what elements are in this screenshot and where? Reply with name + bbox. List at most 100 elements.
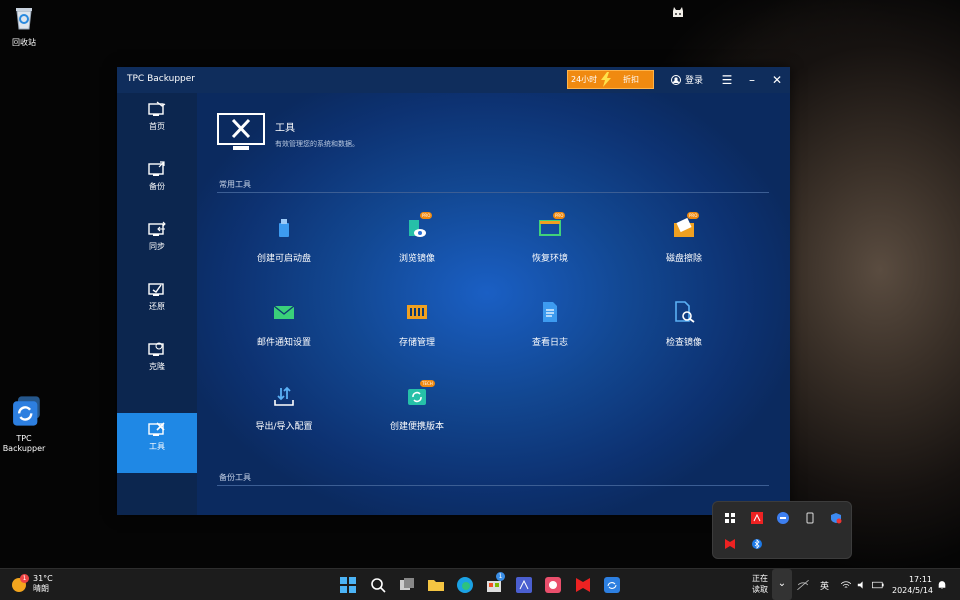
tool-label: 存储管理 bbox=[398, 338, 435, 348]
login-button[interactable]: 登录 bbox=[671, 73, 703, 86]
defender-icon[interactable] bbox=[830, 512, 842, 524]
home-icon bbox=[148, 101, 166, 116]
restore-icon bbox=[148, 283, 164, 296]
weather-sun-icon: 1 bbox=[12, 574, 29, 592]
backupper-tray-icon[interactable] bbox=[777, 512, 789, 524]
usb-tray-icon[interactable] bbox=[804, 512, 816, 524]
tool-label: 恢复环境 bbox=[531, 254, 568, 264]
tool-create-bootable[interactable]: 创建可启动盘 bbox=[229, 217, 339, 264]
tpc-backupper-taskbar-icon[interactable] bbox=[602, 575, 622, 595]
editor-icon[interactable] bbox=[514, 575, 534, 595]
tool-email-notification[interactable]: 邮件通知设置 bbox=[229, 301, 339, 348]
promo-discount: 折扣 bbox=[623, 75, 639, 84]
sidebar-item-home[interactable]: 首页 bbox=[117, 93, 197, 153]
sidebar-item-label: 克隆 bbox=[149, 362, 165, 371]
sidebar-item-restore[interactable]: 还原 bbox=[117, 273, 197, 333]
sidebar-item-label: 还原 bbox=[149, 302, 165, 311]
sidebar-item-backup[interactable]: 备份 bbox=[117, 153, 197, 213]
tool-storage-management[interactable]: 存储管理 bbox=[362, 301, 472, 348]
recycle-bin-desktop-icon[interactable]: 回收站 bbox=[0, 4, 52, 48]
tool-recovery-environment[interactable]: PRO 恢复环境 bbox=[495, 212, 605, 264]
cat-icon[interactable] bbox=[671, 6, 685, 20]
sidebar-item-sync[interactable]: 同步 bbox=[117, 213, 197, 273]
page-title: 工具 bbox=[275, 123, 295, 134]
weather-widget[interactable]: 1 31°C 晴朗 bbox=[12, 574, 53, 594]
amd-icon[interactable] bbox=[751, 512, 763, 524]
start-button[interactable] bbox=[338, 575, 358, 595]
recovery-env-icon bbox=[539, 220, 561, 236]
store-badge: 1 bbox=[496, 572, 505, 581]
edge-icon[interactable] bbox=[455, 575, 475, 595]
network-off-icon[interactable] bbox=[795, 575, 811, 595]
windows-tray-icon[interactable] bbox=[724, 512, 736, 524]
sidebar-item-label: 首页 bbox=[149, 122, 165, 131]
tools-panel: 工具 有效管理您的系统和数据。 常用工具 创建可启动盘 PRO 浏览镜像 PRO… bbox=[197, 93, 790, 515]
export-import-icon bbox=[274, 386, 294, 406]
bluetooth-icon[interactable] bbox=[751, 538, 763, 550]
tpc-label-line2: Backupper bbox=[2, 444, 46, 453]
task-view-icon[interactable] bbox=[397, 575, 417, 595]
tool-view-logs[interactable]: 查看日志 bbox=[495, 301, 605, 348]
tpc-backupper-icon bbox=[13, 396, 40, 426]
menu-button[interactable]: ☰ bbox=[718, 71, 736, 89]
store-icon[interactable]: 1 bbox=[484, 572, 505, 595]
backup-icon bbox=[148, 161, 165, 176]
photo-app-icon[interactable] bbox=[543, 575, 563, 595]
pro-badge: PRO bbox=[687, 212, 700, 219]
tray-expand-button[interactable]: ⌄ bbox=[772, 569, 792, 600]
sidebar-item-label: 工具 bbox=[149, 442, 165, 451]
sync-icon bbox=[148, 221, 166, 236]
chevron-up-icon: ⌄ bbox=[777, 578, 787, 589]
close-button[interactable]: ✕ bbox=[768, 71, 786, 89]
tool-label: 浏览镜像 bbox=[398, 254, 435, 264]
section-title-backup: 备份工具 bbox=[219, 473, 251, 482]
disk-wipe-icon bbox=[674, 217, 694, 237]
clock[interactable]: 17:11 2024/5/14 bbox=[892, 574, 933, 596]
promo-banner[interactable]: 24小时 折扣 bbox=[567, 70, 654, 89]
tool-label: 邮件通知设置 bbox=[256, 338, 311, 348]
search-icon[interactable] bbox=[368, 575, 388, 595]
tool-label: 查看日志 bbox=[531, 338, 568, 348]
recycle-bin-icon bbox=[16, 8, 32, 30]
tray-overflow-popup bbox=[712, 501, 852, 559]
tool-explore-image[interactable]: PRO 浏览镜像 bbox=[362, 212, 472, 264]
tool-create-portable[interactable]: TECH 创建便携版本 bbox=[362, 380, 472, 432]
tool-disk-wipe[interactable]: PRO 磁盘擦除 bbox=[629, 212, 739, 264]
tool-export-import-config[interactable]: 导出/导入配置 bbox=[229, 385, 339, 432]
volume-icon[interactable] bbox=[856, 575, 868, 595]
explore-image-icon bbox=[409, 220, 426, 237]
sidebar-item-tools[interactable]: 工具 bbox=[117, 413, 197, 473]
log-icon bbox=[543, 302, 557, 322]
storage-icon bbox=[407, 305, 427, 319]
tools-header-icon bbox=[217, 113, 265, 150]
mcafee-icon[interactable] bbox=[724, 538, 736, 550]
battery-icon[interactable] bbox=[871, 575, 885, 595]
sidebar-item-clone[interactable]: 克隆 bbox=[117, 333, 197, 393]
title-bar[interactable]: TPC Backupper 24小时 折扣 登录 ☰ – ✕ bbox=[117, 67, 790, 93]
file-explorer-icon[interactable] bbox=[426, 575, 446, 595]
tpc-backupper-window: TPC Backupper 24小时 折扣 登录 ☰ – ✕ 首页 备份 同步 … bbox=[117, 67, 790, 515]
recycle-bin-label: 回收站 bbox=[12, 38, 36, 47]
tools-icon bbox=[148, 422, 165, 436]
status-text: 正在 读取 bbox=[752, 573, 768, 595]
notification-bell-icon[interactable] bbox=[936, 575, 948, 595]
tool-label: 磁盘擦除 bbox=[665, 254, 702, 264]
login-label: 登录 bbox=[685, 76, 704, 86]
temperature: 31°C bbox=[33, 574, 53, 583]
weather-badge: 1 bbox=[20, 574, 29, 583]
minimize-button[interactable]: – bbox=[743, 71, 761, 89]
time: 17:11 bbox=[908, 575, 932, 584]
tool-check-image[interactable]: 检查镜像 bbox=[629, 301, 739, 348]
wifi-icon[interactable] bbox=[840, 575, 852, 595]
usb-drive-icon bbox=[279, 219, 289, 237]
sidebar-item-label: 备份 bbox=[149, 182, 165, 191]
clone-icon bbox=[148, 342, 164, 356]
minimize-icon: – bbox=[749, 73, 755, 87]
ime-indicator[interactable]: 英 bbox=[820, 579, 829, 592]
tpc-backupper-desktop-icon[interactable]: TPC Backupper bbox=[0, 394, 52, 454]
tool-label: 创建便携版本 bbox=[389, 422, 444, 432]
sidebar-item-label: 同步 bbox=[149, 242, 165, 251]
status-line2: 读取 bbox=[752, 585, 768, 594]
mcafee-taskbar-icon[interactable] bbox=[573, 575, 593, 595]
close-icon: ✕ bbox=[771, 73, 783, 87]
